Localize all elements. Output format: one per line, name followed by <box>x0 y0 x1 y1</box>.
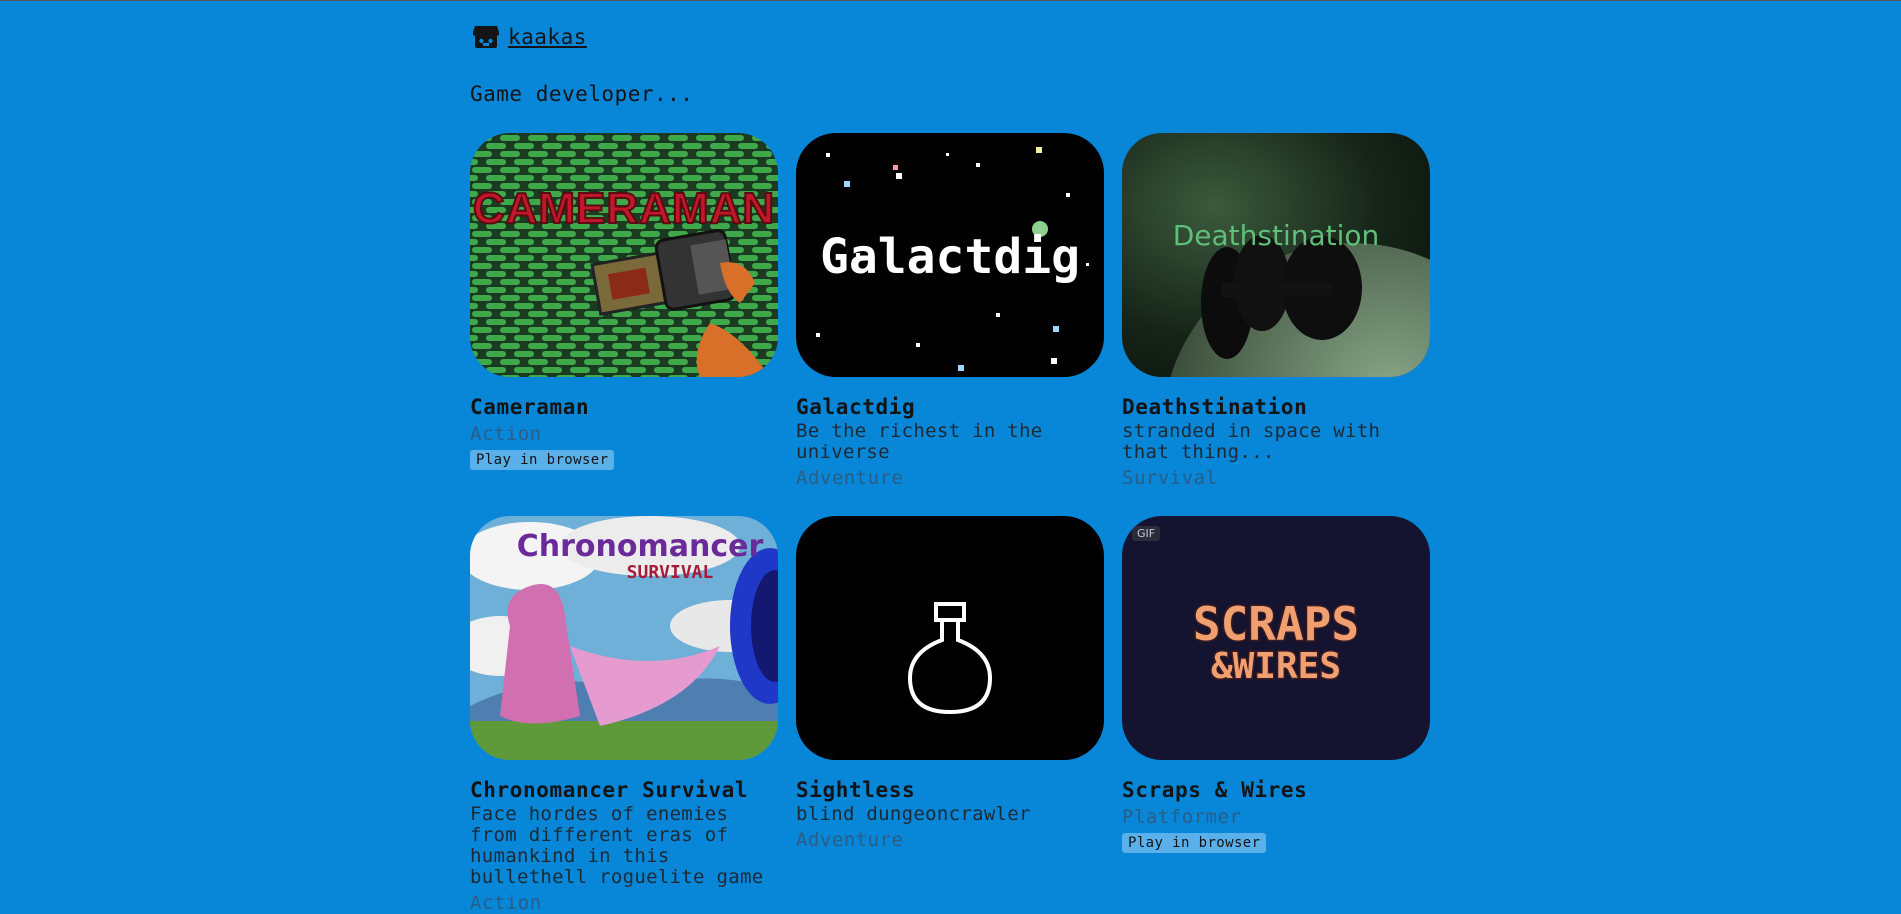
game-card-chronomancer-survival[interactable]: Chronomancer SURVIVAL Chronomancer Survi… <box>470 516 778 914</box>
galactdig-cover-art: Galactdig <box>796 133 1104 377</box>
game-title[interactable]: Cameraman <box>470 395 778 419</box>
scraps-wires-cover-subtitle: &WIRES <box>1211 646 1341 687</box>
game-genre: Adventure <box>796 467 904 489</box>
game-genre: Action <box>470 892 542 914</box>
cameraman-cover-title: CAMERAMAN <box>473 184 775 233</box>
game-title[interactable]: Sightless <box>796 778 1104 802</box>
chronomancer-cover-art: Chronomancer SURVIVAL <box>470 516 778 760</box>
game-cover-sightless[interactable] <box>796 516 1104 760</box>
game-card-sightless[interactable]: Sightless blind dungeoncrawler Adventure <box>796 516 1104 851</box>
galactdig-cover-title: Galactdig <box>820 229 1080 285</box>
game-card-galactdig[interactable]: Galactdig Galactdig Be the richest in th… <box>796 133 1104 489</box>
game-title[interactable]: Galactdig <box>796 395 1104 419</box>
cameraman-cover-art: CAMERAMAN <box>470 133 778 377</box>
game-cover-chronomancer-survival[interactable]: Chronomancer SURVIVAL <box>470 516 778 760</box>
game-cover-galactdig[interactable]: Galactdig <box>796 133 1104 377</box>
window-top-border <box>0 0 1901 1</box>
game-genre: Platformer <box>1122 806 1242 828</box>
username-link[interactable]: kaakas <box>508 25 587 49</box>
sightless-cover-art <box>796 516 1104 760</box>
profile-header: kaakas <box>472 24 587 50</box>
play-in-browser-badge: Play in browser <box>1122 833 1267 853</box>
game-cover-deathstination[interactable]: Deathstination <box>1122 133 1430 377</box>
chronomancer-cover-title: Chronomancer <box>517 529 764 564</box>
game-genre: Action <box>470 423 542 445</box>
scraps-wires-cover-art: SCRAPS &WIRES <box>1122 516 1430 760</box>
play-in-browser-badge: Play in browser <box>470 450 615 470</box>
game-cover-cameraman[interactable]: CAMERAMAN <box>470 133 778 377</box>
game-card-scraps-wires[interactable]: SCRAPS &WIRES GIF Scraps & Wires Platfor… <box>1122 516 1430 853</box>
game-title[interactable]: Deathstination <box>1122 395 1430 419</box>
profile-tagline: Game developer... <box>470 82 694 106</box>
game-description: Face hordes of enemies from different er… <box>470 803 764 888</box>
game-description: blind dungeoncrawler <box>796 803 1031 825</box>
gif-badge: GIF <box>1132 526 1161 541</box>
deathstination-cover-title: Deathstination <box>1173 219 1380 252</box>
game-card-deathstination[interactable]: Deathstination Deathstination stranded i… <box>1122 133 1430 489</box>
game-genre: Adventure <box>796 829 904 851</box>
game-title[interactable]: Scraps & Wires <box>1122 778 1430 802</box>
game-genre: Survival <box>1122 467 1218 489</box>
game-description: stranded in space with that thing... <box>1122 420 1381 463</box>
deathstination-cover-art: Deathstination <box>1122 133 1430 377</box>
game-description: Be the richest in the universe <box>796 420 1043 463</box>
game-title[interactable]: Chronomancer Survival <box>470 778 778 802</box>
itchio-logo-icon <box>473 26 499 48</box>
game-card-cameraman[interactable]: CAMERAMAN Cameraman Action Play in brows… <box>470 133 778 470</box>
game-cover-scraps-wires[interactable]: SCRAPS &WIRES GIF <box>1122 516 1430 760</box>
scraps-wires-cover-title: SCRAPS <box>1193 597 1359 651</box>
chronomancer-cover-subtitle: SURVIVAL <box>627 562 714 583</box>
